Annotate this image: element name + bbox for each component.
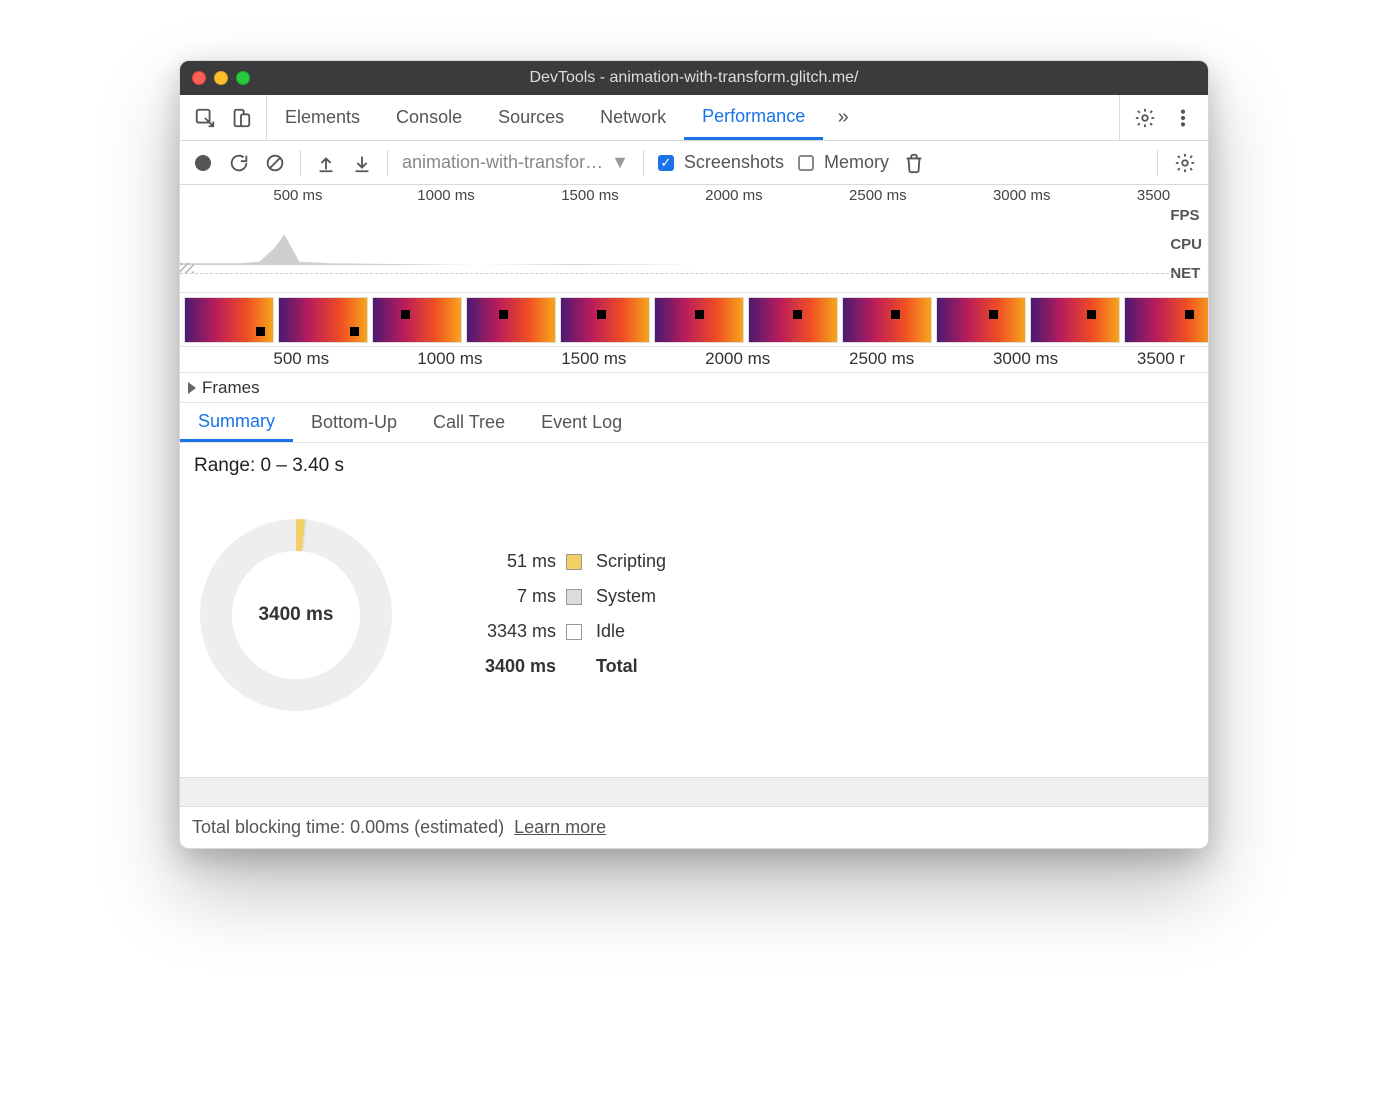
learn-more-link[interactable]: Learn more [514,817,606,838]
legend-value: 51 ms [456,551,556,572]
detail-tab-event-log[interactable]: Event Log [523,403,640,442]
net-baseline [180,273,1174,274]
minimize-icon[interactable] [214,71,228,85]
device-toggle-icon[interactable] [230,107,252,129]
legend-total-label: Total [596,656,666,677]
window-titlebar: DevTools - animation-with-transform.glit… [180,61,1208,95]
hatched-region [180,263,194,273]
legend-label: Idle [596,621,666,642]
trace-selector[interactable]: animation-with-transfor… ▼ [402,152,629,173]
legend-total-value: 3400 ms [456,656,556,677]
donut-center-value: 3400 ms [196,515,396,715]
legend-swatch [566,624,582,640]
screenshot-thumbnail[interactable] [560,297,650,343]
range-label: Range: 0 – 3.40 s [180,443,1208,477]
screenshot-thumbnail[interactable] [936,297,1026,343]
screenshot-thumbnail[interactable] [1030,297,1120,343]
performance-toolbar: animation-with-transfor… ▼ Screenshots M… [180,141,1208,185]
tab-elements[interactable]: Elements [267,95,378,140]
clear-button[interactable] [264,152,286,174]
frames-track-header[interactable]: Frames [180,373,1208,403]
save-profile-button[interactable] [351,152,373,174]
tab-console[interactable]: Console [378,95,480,140]
screenshot-thumbnail[interactable] [748,297,838,343]
trace-name: animation-with-transfor… [402,152,603,173]
screenshot-thumbnail[interactable] [842,297,932,343]
more-tabs-button[interactable]: » [823,95,863,140]
record-button[interactable] [192,152,214,174]
screenshot-thumbnail[interactable] [466,297,556,343]
kebab-menu-icon[interactable] [1172,107,1194,129]
load-profile-button[interactable] [315,152,337,174]
window-title: DevTools - animation-with-transform.glit… [180,69,1208,87]
screenshot-thumbnail[interactable] [372,297,462,343]
drawer-divider[interactable] [180,777,1208,807]
screenshot-thumbnail[interactable] [278,297,368,343]
memory-checkbox[interactable]: Memory [798,152,889,173]
memory-label: Memory [824,152,889,173]
detail-tab-summary[interactable]: Summary [180,403,293,442]
tab-performance[interactable]: Performance [684,95,823,140]
chevron-down-icon: ▼ [611,152,629,173]
overview-tick: 2500 ms [849,187,907,204]
overview-tick: 3500 [1137,187,1170,204]
screenshot-thumbnail[interactable] [184,297,274,343]
flamechart-ruler[interactable]: 500 ms 1000 ms 1500 ms 2000 ms 2500 ms 3000 m… [180,347,1208,373]
inspect-icon[interactable] [194,107,216,129]
panel-tabs: ElementsConsoleSourcesNetworkPerformance… [180,95,1208,141]
detail-tab-bottom-up[interactable]: Bottom-Up [293,403,415,442]
total-blocking-time: Total blocking time: 0.00ms (estimated) [192,817,504,838]
overview-tick: 1500 ms [561,187,619,204]
legend-label: Scripting [596,551,666,572]
legend-value: 7 ms [456,586,556,607]
tab-network[interactable]: Network [582,95,684,140]
screenshot-thumbnail[interactable] [1124,297,1208,343]
flamechart-tick: 3500 r [1137,349,1185,369]
overview-tick: 2000 ms [705,187,763,204]
timeline-overview[interactable]: 500 ms 1000 ms 1500 ms 2000 ms 2500 ms 3000 m… [180,185,1208,293]
screenshot-filmstrip[interactable] [180,293,1208,347]
overview-lane-label: CPU [1170,236,1202,253]
disclosure-triangle-icon [188,382,196,394]
overview-tick: 500 ms [273,187,322,204]
flamechart-tick: 2000 ms [705,349,770,369]
capture-settings-icon[interactable] [1174,152,1196,174]
fullscreen-icon[interactable] [236,71,250,85]
overview-tick: 1000 ms [417,187,475,204]
screenshot-thumbnail[interactable] [654,297,744,343]
time-breakdown-donut: 3400 ms [196,515,396,715]
flamechart-tick: 3000 ms [993,349,1058,369]
legend-label: System [596,586,666,607]
close-icon[interactable] [192,71,206,85]
legend-value: 3343 ms [456,621,556,642]
flamechart-tick: 1500 ms [561,349,626,369]
detail-tabs: SummaryBottom-UpCall TreeEvent Log [180,403,1208,443]
checkbox-unchecked-icon [798,155,814,171]
overview-tick: 3000 ms [993,187,1051,204]
overview-lane-label: NET [1170,265,1202,282]
legend-swatch [566,589,582,605]
flamechart-tick: 2500 ms [849,349,914,369]
screenshots-checkbox[interactable]: Screenshots [658,152,784,173]
flamechart-tick: 1000 ms [417,349,482,369]
settings-icon[interactable] [1134,107,1156,129]
summary-pane: 3400 ms 51 ms Scripting 7 ms System 3343 ms I… [180,477,1208,777]
footer-bar: Total blocking time: 0.00ms (estimated) … [180,807,1208,848]
tab-sources[interactable]: Sources [480,95,582,140]
overview-lane-label: FPS [1170,207,1202,224]
devtools-window: DevTools - animation-with-transform.glit… [179,60,1209,849]
flamechart-tick: 500 ms [273,349,329,369]
screenshots-label: Screenshots [684,152,784,173]
checkbox-checked-icon [658,155,674,171]
legend-swatch [566,554,582,570]
detail-tab-call-tree[interactable]: Call Tree [415,403,523,442]
frames-label: Frames [202,378,260,398]
collect-garbage-button[interactable] [903,152,925,174]
reload-record-button[interactable] [228,152,250,174]
more-tabs-glyph: » [838,106,849,129]
cpu-graph [180,231,1174,265]
